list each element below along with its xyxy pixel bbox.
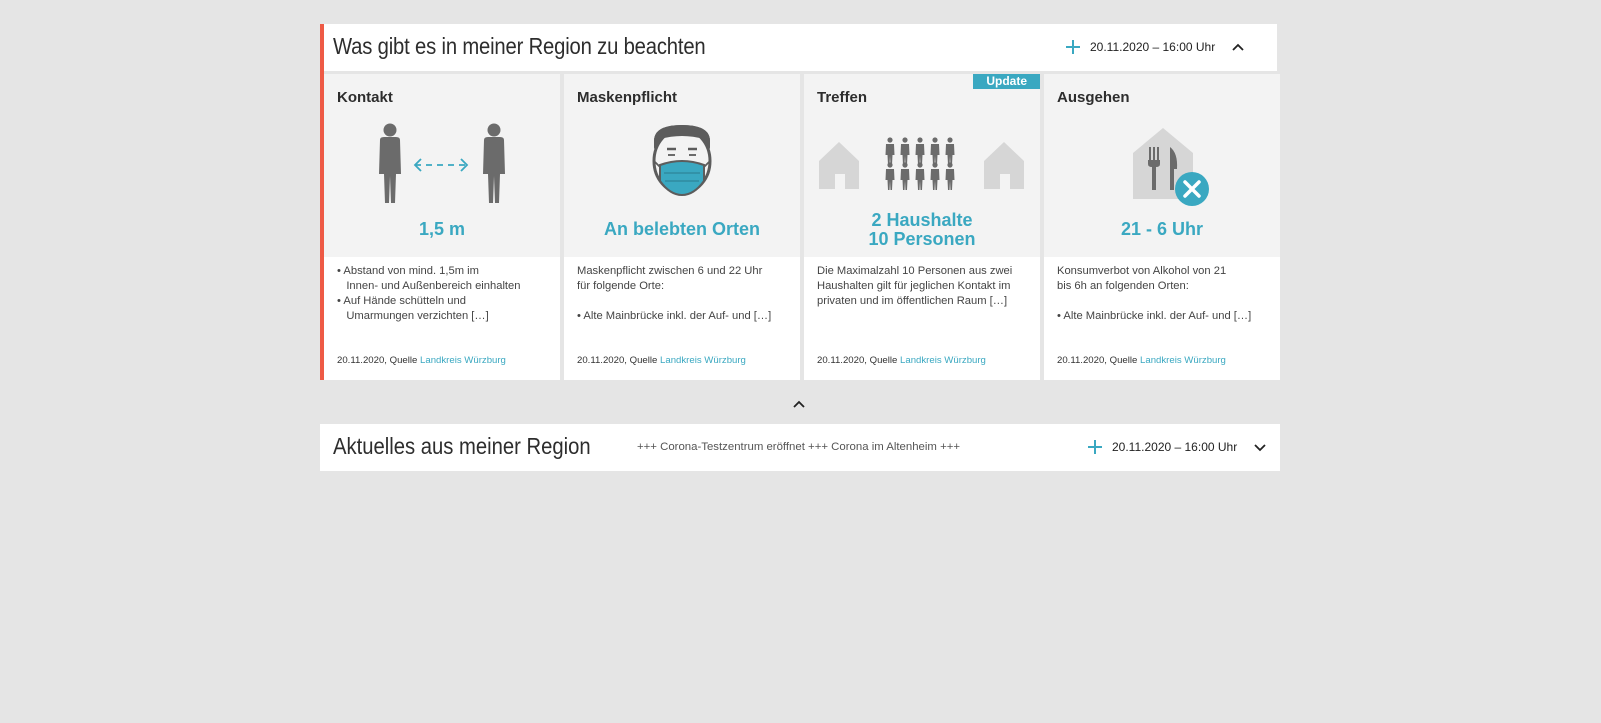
person-icon: [902, 137, 908, 143]
person-body: [900, 169, 910, 190]
region-panel-date: 20.11.2020 – 16:00 Uhr: [1090, 40, 1216, 54]
news-bar-title: Aktuelles aus meiner Region: [333, 433, 591, 459]
body-line: privaten und im öffentlichen Raum […]: [817, 295, 1008, 307]
face-mask-icon: [652, 125, 712, 197]
plus-icon[interactable]: [1066, 40, 1080, 54]
person-icon: [887, 162, 893, 168]
person-body: [885, 144, 895, 165]
person-icon: [947, 137, 953, 143]
body-line: • Auf Hände schütteln und: [337, 295, 466, 307]
person-body: [915, 144, 925, 165]
person-icon: [917, 162, 923, 168]
card-headline-line1: 2 Haushalte: [871, 210, 973, 230]
chevron-up-icon[interactable]: [792, 397, 806, 411]
body-line: Maskenpflicht zwischen 6 und 22 Uhr: [577, 265, 763, 277]
card-body: Maskenpflicht zwischen 6 und 22 Uhr für …: [577, 264, 792, 324]
person-icon: [932, 137, 938, 143]
card-headline: 1,5 m: [418, 219, 466, 239]
card-ausgehen[interactable]: Ausgehen 21 - 6 Uhr Konsumverbot von Alk…: [1044, 74, 1280, 380]
distance-people-icon: [379, 123, 505, 203]
card-body: Konsumverbot von Alkohol von 21 bis 6h a…: [1057, 264, 1272, 324]
person-body: [945, 144, 955, 165]
source-prefix: 20.11.2020, Quelle: [817, 355, 898, 366]
card-maskenpflicht[interactable]: Maskenpflicht An belebten Orten Maskenpf…: [564, 74, 800, 380]
body-line: bis 6h an folgenden Orten:: [1057, 280, 1189, 292]
chevron-down-icon[interactable]: [1253, 440, 1267, 454]
person-body: [945, 169, 955, 190]
body-line: Haushalten gilt für jeglichen Kontakt im: [817, 280, 1011, 292]
body-line: für folgende Orte:: [577, 280, 665, 292]
card-top: Ausgehen 21 - 6 Uhr: [1044, 74, 1280, 257]
card-headline: An belebten Orten: [603, 219, 760, 239]
body-line: Konsumverbot von Alkohol von 21: [1057, 265, 1227, 277]
source-prefix: 20.11.2020, Quelle: [337, 355, 418, 366]
region-panel-header[interactable]: Was gibt es in meiner Region zu beachten…: [324, 24, 1277, 71]
source-link[interactable]: Landkreis Würzburg: [900, 355, 986, 366]
region-panel: Was gibt es in meiner Region zu beachten…: [320, 24, 1280, 380]
person-body: [930, 144, 940, 165]
card-title: Maskenpflicht: [577, 89, 678, 106]
card-headline: 21 - 6 Uhr: [1120, 219, 1204, 239]
card-headline-line2: 10 Personen: [868, 229, 976, 249]
body-line: Umarmungen verzichten […]: [337, 310, 489, 322]
card-source: 20.11.2020, Quelle Landkreis Würzburg: [817, 355, 986, 366]
card-source: 20.11.2020, Quelle Landkreis Würzburg: [337, 355, 506, 366]
card-body: Die Maximalzahl 10 Personen aus zwei Hau…: [817, 264, 1032, 309]
body-line: [1057, 294, 1272, 309]
card-top: Kontakt 1,5 m: [324, 74, 560, 257]
news-bar-date: 20.11.2020 – 16:00 Uhr: [1112, 440, 1238, 454]
card-source: 20.11.2020, Quelle Landkreis Würzburg: [1057, 355, 1226, 366]
card-title: Treffen: [817, 89, 868, 106]
body-line: Die Maximalzahl 10 Personen aus zwei: [817, 265, 1013, 277]
body-line: • Alte Mainbrücke inkl. der Auf- und […]: [1057, 310, 1252, 322]
news-ticker[interactable]: +++ Corona-Testzentrum eröffnet +++ Coro…: [637, 441, 960, 453]
person-icon: [932, 162, 938, 168]
news-bar[interactable]: Aktuelles aus meiner Region +++ Corona-T…: [320, 424, 1280, 471]
plus-icon[interactable]: [1088, 440, 1102, 454]
restaurant-closed-icon: [1133, 128, 1209, 206]
card-title: Ausgehen: [1057, 89, 1130, 106]
person-body: [930, 169, 940, 190]
body-line: • Alte Mainbrücke inkl. der Auf- und […]: [577, 310, 772, 322]
region-panel-title: Was gibt es in meiner Region zu beachten: [333, 33, 706, 59]
person-icon: [902, 162, 908, 168]
source-link[interactable]: Landkreis Würzburg: [1140, 355, 1226, 366]
update-badge: Update: [973, 74, 1040, 89]
card-top: Maskenpflicht An belebten Orten: [564, 74, 800, 257]
source-prefix: 20.11.2020, Quelle: [1057, 355, 1138, 366]
households-meeting-icon: [819, 137, 1024, 190]
chevron-up-icon[interactable]: [1231, 40, 1245, 54]
person-icon: [947, 162, 953, 168]
person-icon: [887, 137, 893, 143]
body-line: • Abstand von mind. 1,5m im: [337, 265, 479, 277]
body-line: Innen- und Außenbereich einhalten: [337, 280, 521, 292]
source-link[interactable]: Landkreis Würzburg: [660, 355, 746, 366]
region-panel-controls: 20.11.2020 – 16:00 Uhr: [1066, 37, 1245, 57]
person-body: [900, 144, 910, 165]
body-line: [577, 294, 792, 309]
card-top: Update Treffen 2 Haushalte 10 Personen: [804, 74, 1040, 257]
card-kontakt[interactable]: Kontakt 1,5 m • Abstand von mind. 1,5m i…: [324, 74, 560, 380]
card-body: • Abstand von mind. 1,5m im Innen- und A…: [337, 264, 552, 324]
card-treffen[interactable]: Update Treffen 2 Haushalte 10 Personen D…: [804, 74, 1040, 380]
person-body: [885, 169, 895, 190]
person-body: [915, 169, 925, 190]
news-bar-controls: 20.11.2020 – 16:00 Uhr: [1088, 437, 1267, 457]
person-icon: [917, 137, 923, 143]
source-prefix: 20.11.2020, Quelle: [577, 355, 658, 366]
source-link[interactable]: Landkreis Würzburg: [420, 355, 506, 366]
card-title: Kontakt: [337, 89, 393, 106]
card-source: 20.11.2020, Quelle Landkreis Würzburg: [577, 355, 746, 366]
